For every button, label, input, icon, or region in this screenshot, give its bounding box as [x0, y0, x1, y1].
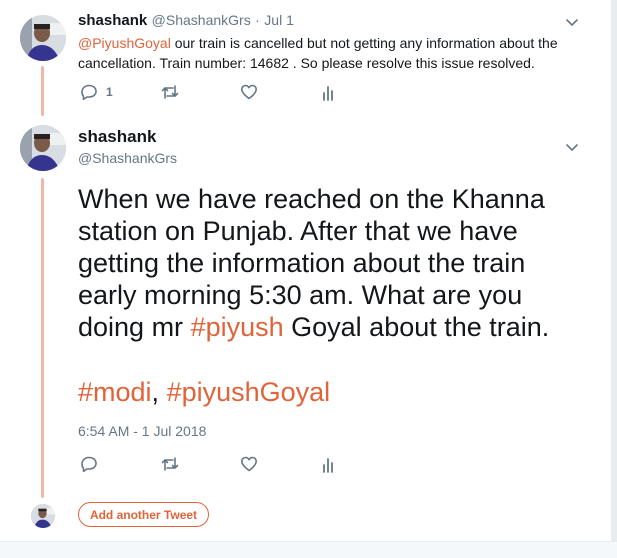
thread-line [41, 178, 44, 498]
mention-link[interactable]: @PiyushGoyal [78, 35, 171, 51]
author-handle[interactable]: @ShashankGrs [78, 150, 177, 166]
retweet-button[interactable] [161, 455, 179, 473]
bottom-strip [0, 541, 617, 558]
tweet-text: When we have reached on the Khanna stati… [78, 183, 588, 343]
separator-dot: · [255, 12, 260, 28]
hashtag-line: #modi, #piyushGoyal [78, 375, 330, 409]
avatar [31, 504, 55, 528]
analytics-button[interactable] [319, 84, 337, 102]
comma: , [151, 377, 167, 407]
hashtag-link[interactable]: #piyushGoyal [167, 377, 331, 407]
reply-icon [80, 83, 98, 101]
tweet-text: @PiyushGoyal our train is cancelled but … [78, 33, 578, 73]
reply-count: 1 [106, 85, 113, 99]
analytics-button[interactable] [319, 456, 337, 474]
tweet-timestamp[interactable]: 6:54 AM - 1 Jul 2018 [78, 423, 206, 439]
avatar[interactable] [20, 125, 66, 171]
retweet-icon [161, 455, 179, 473]
analytics-icon [319, 456, 337, 474]
tweet-body: Goyal about the train. [283, 312, 550, 342]
tweet-date[interactable]: Jul 1 [264, 12, 294, 28]
hashtag-link[interactable]: #piyush [191, 312, 284, 342]
like-button[interactable] [240, 455, 258, 473]
chevron-down-icon[interactable] [564, 139, 580, 155]
author-handle[interactable]: @ShashankGrs [152, 12, 251, 28]
heart-icon [240, 455, 258, 473]
thread-line [41, 66, 44, 116]
retweet-button[interactable] [161, 83, 179, 101]
reply-button[interactable]: 1 [80, 83, 113, 101]
heart-icon [240, 83, 258, 101]
author-name[interactable]: shashank [78, 12, 147, 29]
author-name[interactable]: shashank [78, 127, 177, 147]
hashtag-link[interactable]: #modi [78, 377, 152, 407]
avatar[interactable] [20, 15, 66, 61]
like-button[interactable] [240, 83, 258, 101]
chevron-down-icon[interactable] [564, 14, 580, 30]
analytics-icon [319, 84, 337, 102]
add-another-tweet-button[interactable]: Add another Tweet [78, 502, 209, 527]
retweet-icon [161, 83, 179, 101]
window-edge [611, 0, 617, 557]
reply-icon [80, 455, 98, 473]
reply-button[interactable] [80, 455, 98, 473]
